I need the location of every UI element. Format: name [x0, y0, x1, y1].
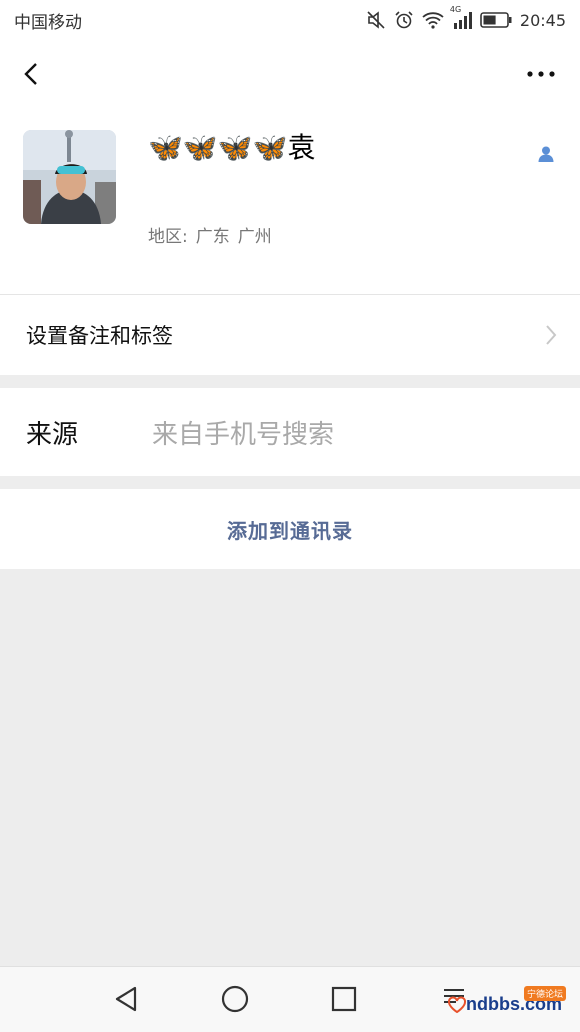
nav-recent-button[interactable] — [330, 985, 358, 1017]
system-nav-bar: ndbbs.com 宁德论坛 — [0, 966, 580, 1032]
wifi-icon — [422, 11, 444, 29]
region: 地区: 广东 广州 — [148, 222, 272, 247]
status-bar: 中国移动 4G 20:45 — [0, 0, 580, 40]
avatar[interactable] — [23, 130, 116, 224]
chevron-left-icon — [24, 63, 37, 85]
clock-time: 20:45 — [519, 10, 566, 30]
square-recent-icon — [331, 986, 357, 1012]
alarm-icon — [394, 10, 414, 30]
mute-icon — [366, 10, 386, 30]
add-contact-label: 添加到通讯录 — [227, 518, 353, 543]
carrier-name: 中国移动 — [14, 12, 82, 33]
nav-home-button[interactable] — [220, 984, 250, 1018]
battery-icon — [480, 12, 512, 28]
more-horizontal-icon — [527, 71, 555, 77]
remark-tags-row[interactable]: 设置备注和标签 — [0, 295, 580, 375]
nickname: 🦋🦋🦋🦋袁 — [148, 131, 316, 164]
profile-card: 🦋🦋🦋🦋袁 地区: 广东 广州 — [0, 110, 580, 295]
network-type: 4G — [449, 5, 462, 14]
region-province: 广东 — [195, 227, 230, 247]
person-icon[interactable] — [536, 144, 556, 164]
back-button[interactable] — [14, 56, 50, 92]
nav-back-button[interactable] — [112, 984, 140, 1018]
status-icons: 4G 20:45 — [366, 5, 566, 30]
region-label: 地区: — [148, 227, 188, 247]
source-value: 来自手机号搜索 — [152, 420, 335, 450]
triangle-back-icon — [115, 986, 137, 1012]
circle-home-icon — [221, 985, 249, 1013]
signal-icon: 4G — [450, 5, 472, 29]
more-button[interactable] — [524, 62, 558, 86]
heart-logo-icon — [448, 996, 466, 1014]
add-contact-button[interactable]: 添加到通讯录 — [0, 489, 580, 569]
watermark-badge: 宁德论坛 — [523, 986, 566, 1001]
remark-tags-label: 设置备注和标签 — [26, 324, 173, 348]
source-row: 来源 来自手机号搜索 — [0, 388, 580, 476]
site-watermark: ndbbs.com 宁德论坛 — [448, 986, 566, 1022]
title-bar — [0, 40, 580, 110]
chevron-right-icon — [546, 325, 557, 345]
region-city: 广州 — [237, 227, 272, 247]
source-label: 来源 — [26, 420, 79, 450]
